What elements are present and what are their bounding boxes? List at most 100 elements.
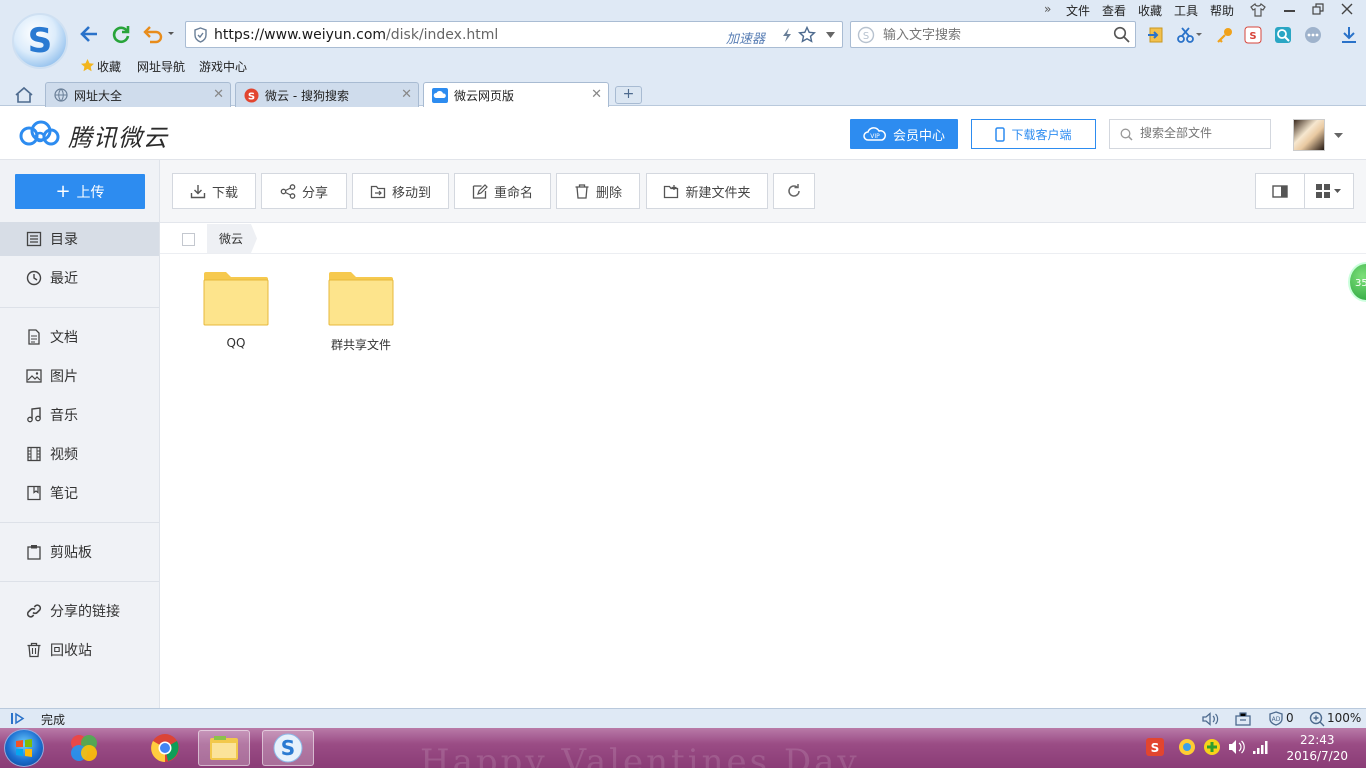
back-arrow-icon [80, 26, 97, 42]
window-minimize-button[interactable] [1284, 10, 1295, 12]
start-button[interactable] [4, 729, 44, 767]
folder-item[interactable]: 群共享文件 [311, 270, 411, 353]
more-extensions-icon[interactable] [1302, 24, 1324, 46]
sogou-icon: S [244, 88, 259, 102]
tray-network-signal-icon[interactable] [1252, 739, 1270, 755]
back-button[interactable] [76, 21, 102, 47]
tab-weiyun[interactable]: 微云网页版 ✕ [423, 82, 609, 107]
window-close-button[interactable] [1341, 3, 1353, 15]
accelerator-label[interactable]: 加速器 [726, 28, 765, 47]
preview-panel-toggle[interactable] [1255, 173, 1305, 209]
folder-icon [203, 272, 269, 326]
sidebar-item-directory[interactable]: 目录 [0, 222, 159, 256]
bookmark-nav[interactable]: 网址导航 [137, 58, 185, 75]
taskbar-chrome-icon[interactable] [139, 730, 191, 766]
file-search-box[interactable] [1109, 119, 1271, 149]
vip-cloud-icon: VIP [863, 127, 886, 141]
bookmark-games[interactable]: 游戏中心 [199, 58, 247, 75]
breadcrumb[interactable]: 微云 [207, 224, 258, 253]
sidebar-item-music[interactable]: 音乐 [0, 398, 159, 432]
menu-favorites[interactable]: 收藏 [1138, 2, 1162, 19]
tab-url-directory[interactable]: 网址大全 ✕ [45, 82, 231, 107]
menu-file[interactable]: 文件 [1066, 2, 1090, 19]
tray-volume-icon[interactable] [1228, 739, 1246, 755]
zoom-icon[interactable] [1309, 711, 1325, 727]
share-button[interactable]: 分享 [261, 173, 347, 209]
select-all-checkbox[interactable] [182, 233, 195, 246]
sogou-browser-logo[interactable]: S [12, 13, 68, 69]
view-mode-dropdown[interactable] [1304, 173, 1354, 209]
delete-button[interactable]: 删除 [556, 173, 640, 209]
download-button[interactable]: 下载 [172, 173, 256, 209]
sidebar-item-shared-links[interactable]: 分享的链接 [0, 594, 159, 628]
browser-search-box[interactable]: S [850, 21, 1136, 48]
find-extension-icon[interactable] [1272, 24, 1294, 46]
sidebar-item-label: 最近 [50, 271, 78, 287]
translate-extension-icon[interactable]: S [1242, 24, 1264, 46]
sidebar-toggle-icon[interactable] [10, 712, 26, 725]
tab-close-icon[interactable]: ✕ [401, 87, 412, 102]
sidebar-item-notes[interactable]: 笔记 [0, 476, 159, 510]
password-key-icon[interactable] [1214, 24, 1236, 46]
adblock-shield-icon[interactable]: AD [1268, 711, 1284, 726]
refresh-button[interactable] [773, 173, 815, 209]
sidebar-item-clipboard[interactable]: 剪贴板 [0, 535, 159, 569]
taskbar-explorer-icon[interactable] [198, 730, 250, 766]
sidebar: + 上传 目录 最近 文档 图片 音乐 视频 笔记 剪贴板 分享的链接 回收站 [0, 160, 160, 708]
sidebar-item-label: 笔记 [50, 486, 78, 502]
address-bar[interactable]: https://www.weiyun.com/disk/index.html 加… [185, 21, 843, 48]
taskbar-app-photo-icon[interactable] [58, 730, 110, 766]
chevron-down-icon[interactable] [1334, 133, 1343, 138]
downloads-icon[interactable] [1338, 24, 1360, 46]
download-client-button[interactable]: 下载客户端 [971, 119, 1096, 149]
menu-help[interactable]: 帮助 [1210, 2, 1234, 19]
extension-login-icon[interactable] [1145, 24, 1167, 46]
undo-close-button[interactable] [140, 21, 176, 47]
sidebar-item-documents[interactable]: 文档 [0, 320, 159, 354]
bookmark-favorites[interactable]: 收藏 [97, 58, 121, 75]
home-icon[interactable] [14, 86, 34, 104]
url-text[interactable]: https://www.weiyun.com/disk/index.html [214, 27, 498, 43]
vip-center-button[interactable]: VIP 会员中心 [850, 119, 958, 149]
tab-close-icon[interactable]: ✕ [591, 87, 602, 102]
window-restore-button[interactable] [1312, 3, 1324, 15]
sidebar-item-label: 视频 [50, 447, 78, 463]
screenshot-scissors-icon[interactable] [1175, 24, 1205, 46]
move-to-button[interactable]: 移动到 [352, 173, 449, 209]
tray-qq-icon[interactable] [1178, 738, 1196, 756]
file-search-input[interactable] [1140, 126, 1260, 140]
sogou-ime-icon[interactable]: S [1146, 738, 1164, 756]
floating-speed-badge[interactable]: 35 [1348, 262, 1366, 302]
vip-center-label: 会员中心 [892, 128, 945, 144]
device-icon[interactable] [1235, 712, 1251, 726]
tab-sogou-search[interactable]: S 微云 - 搜狗搜索 ✕ [235, 82, 419, 107]
video-icon [27, 446, 41, 462]
sidebar-item-images[interactable]: 图片 [0, 359, 159, 393]
upload-button[interactable]: + 上传 [15, 174, 145, 209]
sidebar-item-recycle-bin[interactable]: 回收站 [0, 633, 159, 667]
refresh-button[interactable] [108, 21, 134, 47]
taskbar-sogou-browser-icon[interactable]: S [262, 730, 314, 766]
brand-title[interactable]: 腾讯微云 [68, 118, 168, 153]
tab-close-icon[interactable]: ✕ [213, 87, 224, 102]
skin-shirt-icon[interactable] [1250, 3, 1266, 17]
tray-security-plus-icon[interactable] [1203, 738, 1221, 756]
sidebar-item-recent[interactable]: 最近 [0, 261, 159, 295]
menu-view[interactable]: 查看 [1102, 2, 1126, 19]
plus-icon: + [55, 180, 71, 202]
zoom-level[interactable]: 100% [1327, 711, 1361, 725]
more-menu-icon[interactable]: » [1044, 2, 1051, 16]
volume-icon[interactable] [1202, 712, 1220, 726]
new-tab-button[interactable]: + [615, 86, 642, 104]
folder-name: 群共享文件 [330, 338, 391, 352]
folder-item[interactable]: QQ [186, 270, 286, 350]
new-folder-button[interactable]: 新建文件夹 [646, 173, 768, 209]
browser-search-input[interactable] [883, 25, 1103, 45]
avatar[interactable] [1293, 119, 1325, 151]
sidebar-item-video[interactable]: 视频 [0, 437, 159, 471]
svg-text:S: S [1151, 741, 1160, 755]
rename-button[interactable]: 重命名 [454, 173, 551, 209]
menu-tools[interactable]: 工具 [1174, 2, 1198, 19]
file-toolbar: 下载 分享 移动到 重命名 删除 新建文件夹 [160, 160, 1366, 223]
system-clock[interactable]: 22:43 2016/7/20 [1286, 732, 1348, 764]
